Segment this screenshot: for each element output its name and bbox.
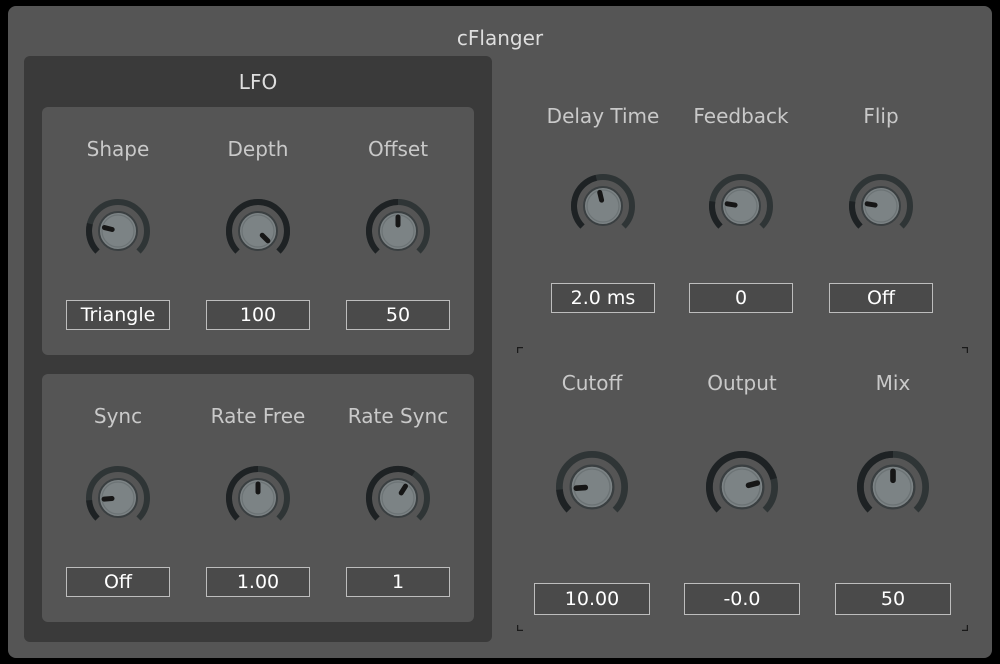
knob-body: [378, 478, 418, 518]
shape-label: Shape: [86, 137, 150, 161]
flip-value[interactable]: Off: [829, 283, 933, 313]
mix-value[interactable]: 50: [835, 583, 951, 615]
lfo-section: LFO Shape Triangle Depth 100 Offset 50 S…: [24, 56, 492, 642]
flip-knob[interactable]: [841, 166, 921, 246]
output-label: Output: [707, 371, 777, 395]
delay-time-label: Delay Time: [546, 104, 660, 128]
cutoff-label: Cutoff: [561, 371, 623, 395]
lfo-title: LFO: [238, 70, 278, 94]
shape-knob[interactable]: [78, 191, 158, 271]
rate-sync-value[interactable]: 1: [346, 567, 450, 597]
knob-pointer: [573, 484, 589, 492]
depth-value[interactable]: 100: [206, 300, 310, 330]
knob-body: [719, 464, 765, 510]
rate-free-label: Rate Free: [210, 404, 306, 428]
sync-label: Sync: [93, 404, 143, 428]
feedback-knob[interactable]: [701, 166, 781, 246]
sync-value[interactable]: Off: [66, 567, 170, 597]
knob-value-arc: [86, 499, 100, 521]
knob-pointer: [724, 201, 738, 208]
plugin-window: cFlanger LFO Shape Triangle Depth 100 Of…: [8, 6, 992, 658]
sync-knob[interactable]: [78, 458, 158, 538]
knob-pointer: [101, 495, 115, 502]
mix-knob[interactable]: [848, 442, 938, 532]
corner-mark: [517, 625, 523, 631]
knob-pointer: [101, 225, 115, 233]
cutoff-value[interactable]: 10.00: [534, 583, 650, 615]
offset-knob[interactable]: [358, 191, 438, 271]
output-knob[interactable]: [697, 442, 787, 532]
delay-time-knob[interactable]: [563, 166, 643, 246]
knob-pointer: [597, 189, 605, 203]
rate-sync-label: Rate Sync: [347, 404, 449, 428]
knob-value-arc: [86, 223, 100, 254]
knob-body: [238, 211, 278, 251]
offset-label: Offset: [367, 137, 429, 161]
depth-label: Depth: [227, 137, 289, 161]
rate-free-knob[interactable]: [218, 458, 298, 538]
knob-value-arc: [556, 489, 572, 513]
knob-pointer: [864, 201, 878, 208]
knob-body: [583, 186, 623, 226]
knob-body: [98, 211, 138, 251]
lfo-subpanel-rate: Sync Off Rate Free 1.00 Rate Sync 1: [42, 374, 474, 622]
feedback-value[interactable]: 0: [689, 283, 793, 313]
rate-sync-knob[interactable]: [358, 458, 438, 538]
corner-mark: [962, 347, 968, 353]
mix-label: Mix: [875, 371, 911, 395]
flip-label: Flip: [863, 104, 899, 128]
output-value[interactable]: -0.0: [684, 583, 800, 615]
lfo-subpanel-shape: Shape Triangle Depth 100 Offset 50: [42, 107, 474, 355]
depth-knob[interactable]: [218, 191, 298, 271]
feedback-label: Feedback: [693, 104, 789, 128]
plugin-title: cFlanger: [456, 26, 544, 50]
cutoff-knob[interactable]: [547, 442, 637, 532]
delay-time-value[interactable]: 2.0 ms: [551, 283, 655, 313]
knob-value-arc: [709, 200, 723, 229]
knob-pointer: [745, 480, 761, 489]
rate-free-value[interactable]: 1.00: [206, 567, 310, 597]
knob-value-arc: [849, 200, 863, 229]
corner-mark: [517, 347, 523, 353]
shape-value[interactable]: Triangle: [66, 300, 170, 330]
corner-mark: [962, 625, 968, 631]
offset-value[interactable]: 50: [346, 300, 450, 330]
